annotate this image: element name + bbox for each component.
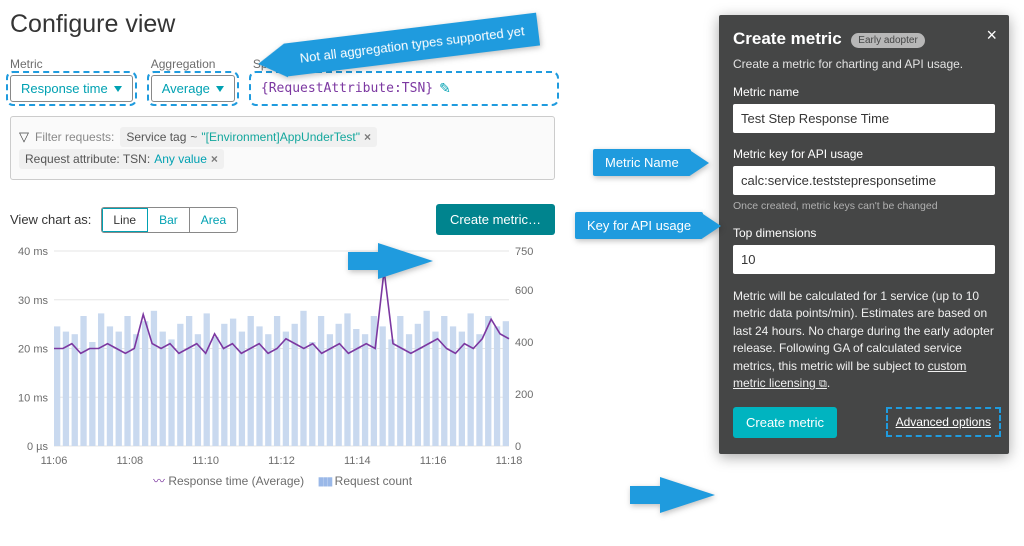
- svg-text:11:14: 11:14: [344, 455, 371, 467]
- remove-chip-icon[interactable]: ×: [211, 152, 218, 166]
- create-metric-dialog: × Create metric Early adopter Create a m…: [719, 15, 1009, 454]
- filter-chip-service-tag[interactable]: Service tag ~ "[Environment]AppUnderTest…: [120, 127, 377, 147]
- filter-icon: ▽: [19, 129, 29, 145]
- dialog-description: Metric will be calculated for 1 service …: [733, 288, 995, 393]
- annotation-key: Key for API usage: [575, 212, 703, 239]
- chart-area: View chart as: Line Bar Area Create metr…: [10, 204, 555, 489]
- early-adopter-badge: Early adopter: [851, 33, 924, 48]
- svg-text:11:06: 11:06: [41, 455, 68, 467]
- svg-text:11:18: 11:18: [496, 455, 523, 467]
- advanced-options-link[interactable]: Advanced options: [892, 413, 995, 431]
- chevron-down-icon: [114, 86, 122, 92]
- create-metric-button[interactable]: Create metric…: [436, 204, 555, 235]
- annotation-metric-name: Metric Name: [593, 149, 691, 176]
- aggregation-value: Average: [162, 81, 210, 96]
- svg-text:11:10: 11:10: [192, 455, 219, 467]
- view-chart-as-label: View chart as:: [10, 212, 91, 227]
- svg-text:20 ms: 20 ms: [18, 344, 48, 356]
- aggregation-label: Aggregation: [151, 57, 235, 71]
- chart-type-segmented[interactable]: Line Bar Area: [101, 207, 238, 233]
- remove-chip-icon[interactable]: ×: [364, 130, 371, 144]
- create-metric-confirm-button[interactable]: Create metric: [733, 407, 837, 438]
- metric-key-input[interactable]: [733, 166, 995, 195]
- metric-key-label: Metric key for API usage: [733, 147, 995, 161]
- filter-label: Filter requests:: [35, 130, 114, 144]
- metric-dropdown[interactable]: Response time: [10, 75, 133, 102]
- chevron-down-icon: [216, 86, 224, 92]
- dialog-subtitle: Create a metric for charting and API usa…: [733, 57, 995, 71]
- edit-icon[interactable]: ✎: [439, 80, 451, 97]
- chart-legend: 〰 Response time (Average) ▮▮▮ Request co…: [10, 472, 555, 489]
- metric-value: Response time: [21, 81, 108, 96]
- svg-text:0 µs: 0 µs: [27, 441, 49, 453]
- svg-text:400: 400: [515, 337, 533, 349]
- metric-key-hint: Once created, metric keys can't be chang…: [733, 200, 995, 212]
- top-dimensions-input[interactable]: [733, 245, 995, 274]
- seg-bar[interactable]: Bar: [148, 208, 190, 232]
- aggregation-dropdown[interactable]: Average: [151, 75, 235, 102]
- close-icon[interactable]: ×: [986, 25, 997, 46]
- configure-view-panel: Configure view Metric Response time Aggr…: [10, 10, 555, 489]
- metric-chart: 0 µs 10 ms 20 ms 30 ms 40 ms 0 200 400 600 750 11:…: [10, 243, 545, 468]
- external-link-icon: ⧉: [819, 378, 827, 390]
- svg-text:0: 0: [515, 441, 521, 453]
- split-dimension-field[interactable]: {RequestAttribute:TSN} ✎: [253, 75, 555, 102]
- top-dimensions-label: Top dimensions: [733, 226, 995, 240]
- svg-text:10 ms: 10 ms: [18, 392, 48, 404]
- filter-chip-request-attr[interactable]: Request attribute: TSN: Any value ×: [19, 149, 224, 169]
- svg-text:750: 750: [515, 246, 533, 258]
- dialog-title: Create metric: [733, 29, 842, 49]
- metric-label: Metric: [10, 57, 133, 71]
- seg-line[interactable]: Line: [102, 208, 148, 232]
- svg-text:30 ms: 30 ms: [18, 295, 48, 307]
- svg-text:200: 200: [515, 389, 533, 401]
- metric-name-input[interactable]: [733, 104, 995, 133]
- svg-text:40 ms: 40 ms: [18, 246, 48, 258]
- annotation-arrow-create: [378, 243, 433, 279]
- svg-text:11:16: 11:16: [420, 455, 447, 467]
- svg-text:11:08: 11:08: [116, 455, 143, 467]
- svg-text:11:12: 11:12: [268, 455, 295, 467]
- filter-box: ▽ Filter requests: Service tag ~ "[Envir…: [10, 116, 555, 180]
- svg-text:600: 600: [515, 285, 533, 297]
- split-value: {RequestAttribute:TSN}: [261, 81, 433, 96]
- seg-area[interactable]: Area: [190, 208, 237, 232]
- annotation-arrow-confirm: [660, 477, 715, 513]
- metric-name-label: Metric name: [733, 85, 995, 99]
